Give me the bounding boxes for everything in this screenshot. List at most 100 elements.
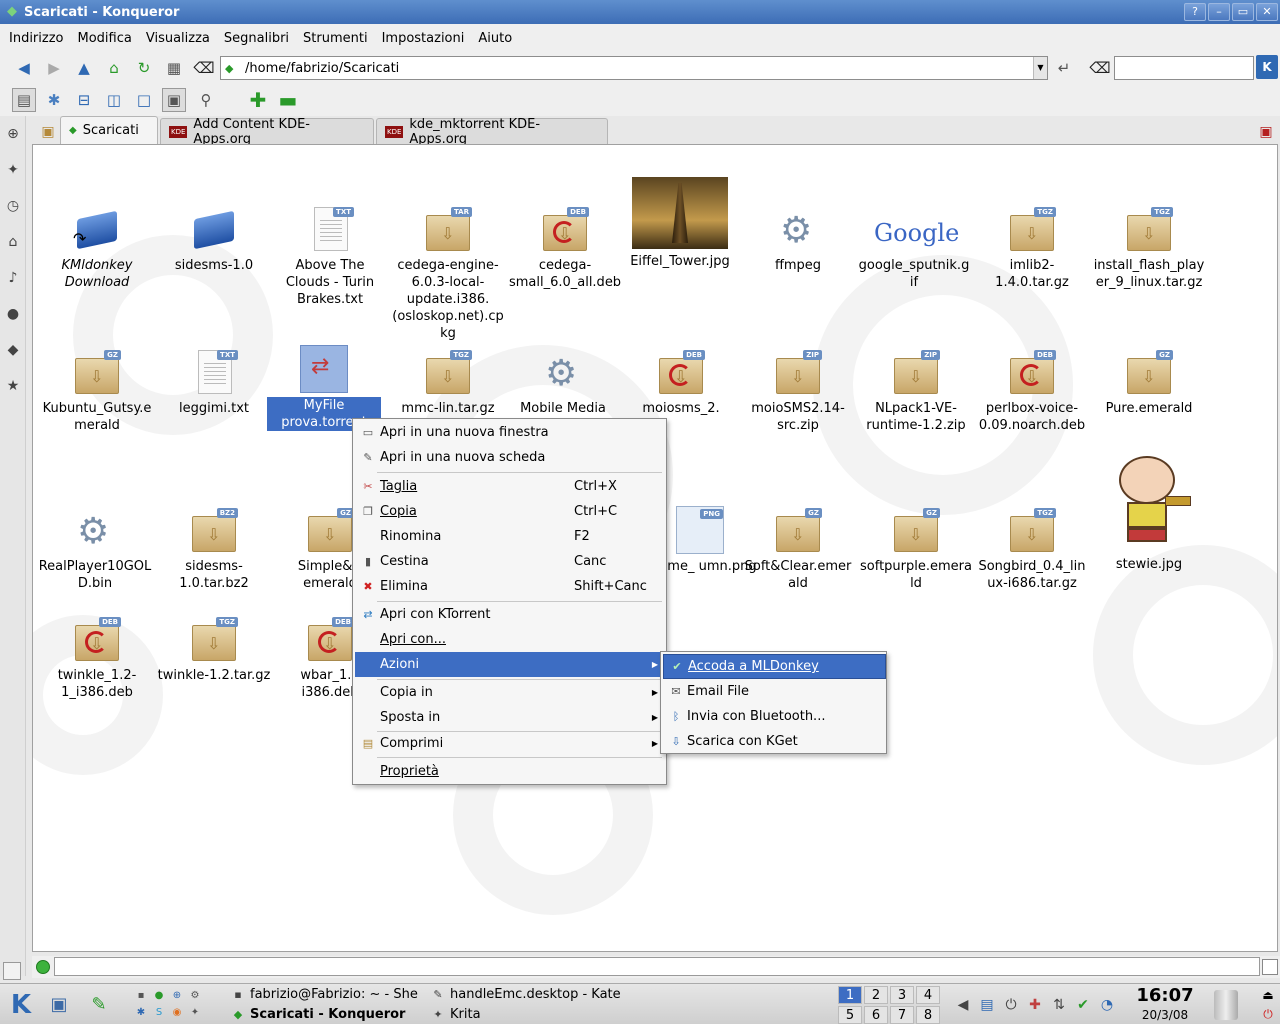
clock[interactable]: 16:07 20/3/08 [1122, 985, 1208, 1023]
firefox-icon[interactable]: ◉ [170, 1006, 184, 1020]
menu-segnalibri[interactable]: Segnalibri [217, 31, 296, 46]
trash-icon[interactable] [1214, 990, 1238, 1020]
settings-icon[interactable]: ✱ [42, 88, 66, 112]
file-item[interactable]: DEB twinkle_1.2-1_i386.deb [40, 615, 154, 701]
media-icon[interactable]: ✦ [188, 1006, 202, 1020]
network-icon[interactable]: ⇅ [1048, 994, 1070, 1016]
split-horizontal-icon[interactable]: ⊟ [72, 88, 96, 112]
tab-scaricati[interactable]: ◆ Scaricati [60, 116, 158, 144]
file-item[interactable]: GZ Soft&Clear.emerald [741, 506, 855, 592]
desktop-6[interactable]: 6 [864, 1006, 888, 1024]
lock-icon[interactable]: ⏏ [1258, 986, 1278, 1004]
file-item[interactable]: sidesms-1.0 [157, 205, 271, 274]
zoom-in-icon[interactable]: ✚ [246, 88, 270, 112]
volume-icon[interactable]: ◀ [952, 994, 974, 1016]
menu-item-rename[interactable]: Rinomina F2 [355, 524, 664, 549]
update-icon[interactable]: ✚ [1024, 994, 1046, 1016]
tab-add-content[interactable]: KDE Add Content KDE-Apps.org [160, 117, 374, 147]
media-icon[interactable]: ♪ [3, 268, 23, 288]
submenu-item-mldonkey[interactable]: ✔ Accoda a MLDonkey [663, 654, 886, 679]
clear-location-icon[interactable]: ⌫ [192, 56, 216, 80]
desktop-8[interactable]: 8 [916, 1006, 940, 1024]
menu-item-compress[interactable]: ▤ Comprimi ▶ [355, 731, 664, 756]
desktop-3[interactable]: 3 [890, 986, 914, 1004]
file-item[interactable]: BZ2 sidesms-1.0.tar.bz2 [157, 506, 271, 592]
menu-item-open-new-tab[interactable]: ✎ Apri in una nuova scheda [355, 445, 664, 470]
network-icon[interactable]: ● [3, 304, 23, 324]
menu-item-trash[interactable]: ▮ Cestina Canc [355, 549, 664, 574]
file-item[interactable]: GZ softpurple.emerald [859, 506, 973, 592]
star-icon[interactable]: ★ [3, 376, 23, 396]
menu-item-open-with[interactable]: Apri con... [355, 627, 664, 652]
search-input[interactable] [1114, 56, 1254, 80]
menu-visualizza[interactable]: Visualizza [139, 31, 217, 46]
minimize-button[interactable]: – [1208, 3, 1230, 21]
file-item[interactable]: Eiffel_Tower.jpg [623, 177, 737, 270]
menu-impostazioni[interactable]: Impostazioni [375, 31, 472, 46]
file-item[interactable]: stewie.jpg [1092, 456, 1206, 573]
new-tab-icon[interactable]: ▣ [36, 120, 60, 144]
history-icon[interactable]: ◷ [3, 196, 23, 216]
task-konqueror[interactable]: ◆ Scaricati - Konqueror [230, 1005, 406, 1024]
maximize-button[interactable]: ▭ [1232, 3, 1254, 21]
file-item[interactable]: GZ Kubuntu_Gutsy.emerald [40, 348, 154, 434]
power-icon[interactable]: ⏻ [1000, 994, 1022, 1016]
menu-aiuto[interactable]: Aiuto [471, 31, 519, 46]
link-view-checkbox[interactable] [1262, 959, 1278, 975]
up-icon[interactable]: ▲ [72, 56, 96, 80]
menu-modifica[interactable]: Modifica [71, 31, 139, 46]
file-item[interactable]: TXT leggimi.txt [157, 348, 271, 417]
menu-item-actions[interactable]: Azioni ▶ [355, 652, 664, 677]
file-item[interactable]: TGZ mmc-lin.tar.gz [391, 348, 505, 417]
file-item[interactable]: TGZ install_flash_player_9_linux.tar.gz [1092, 205, 1206, 291]
file-item[interactable]: DEB perlbox-voice-0.09.noarch.deb [975, 348, 1089, 434]
close-tab-icon[interactable]: ▣ [1254, 120, 1278, 144]
file-item[interactable]: GZ Pure.emerald [1092, 348, 1206, 417]
amarok-icon[interactable]: ● [152, 989, 166, 1003]
sidebar-corner-button[interactable] [3, 962, 21, 980]
bookmarks-icon[interactable]: ✦ [3, 160, 23, 180]
submenu-item-kget[interactable]: ⇩ Scarica con KGet [663, 729, 886, 754]
file-item[interactable]: ⚙ RealPlayer10GOLD.bin [38, 506, 152, 592]
desktop-5[interactable]: 5 [838, 1006, 862, 1024]
sidebar-toggle-icon[interactable]: ▤ [12, 88, 36, 112]
skype-icon[interactable]: S [152, 1006, 166, 1020]
menu-item-copy-to[interactable]: Copia in ▶ [355, 680, 664, 705]
menu-item-open-ktorrent[interactable]: ⇄ Apri con KTorrent [355, 602, 664, 627]
tab-kde-mktorrent[interactable]: KDE kde_mktorrent KDE-Apps.org [376, 117, 608, 147]
network-icon[interactable]: ⚙ [188, 989, 202, 1003]
clear-search-icon[interactable]: ⌫ [1088, 56, 1112, 80]
preview-icon[interactable]: ▣ [162, 88, 186, 112]
file-item[interactable]: ⚙ Mobile Media [506, 348, 620, 417]
task-krita[interactable]: ✦ Krita [430, 1005, 480, 1024]
location-bar[interactable]: ◆ /home/fabrizio/Scaricati ▼ [220, 56, 1048, 80]
back-icon[interactable]: ◀ [12, 56, 36, 80]
terminal-icon[interactable]: ▪ [134, 989, 148, 1003]
globe-icon[interactable]: ⊕ [3, 124, 23, 144]
logout-icon[interactable]: ⏻ [1258, 1005, 1278, 1023]
menu-item-delete[interactable]: ✖ Elimina Shift+Canc [355, 574, 664, 599]
title-bar[interactable]: ◆ Scaricati - Konqueror ? – ▭ ✕ [0, 0, 1280, 24]
submenu-item-email[interactable]: ✉ Email File [663, 679, 886, 704]
file-item[interactable]: DEB moiosms_2. [624, 348, 738, 417]
menu-item-copy[interactable]: ❐ Copia Ctrl+C [355, 499, 664, 524]
file-item[interactable]: DEB cedega-small_6.0_all.deb [508, 205, 622, 291]
help-button[interactable]: ? [1184, 3, 1206, 21]
single-view-icon[interactable]: □ [132, 88, 156, 112]
services-icon[interactable]: ◆ [3, 340, 23, 360]
menu-indirizzo[interactable]: Indirizzo [2, 31, 71, 46]
file-item[interactable]: Google google_sputnik.gif [857, 205, 971, 291]
menu-item-properties[interactable]: Proprietà [355, 759, 664, 784]
desktop-1[interactable]: 1 [838, 986, 862, 1004]
filter-icon[interactable]: ⚲ [194, 88, 218, 112]
split-vertical-icon[interactable]: ◫ [102, 88, 126, 112]
file-item[interactable]: TGZ imlib2-1.4.0.tar.gz [975, 205, 1089, 291]
wifi-icon[interactable]: ◔ [1096, 994, 1118, 1016]
desktop-7[interactable]: 7 [890, 1006, 914, 1024]
file-item[interactable]: TAR cedega-engine-6.0.3-local-update.i38… [391, 205, 505, 342]
menu-strumenti[interactable]: Strumenti [296, 31, 375, 46]
file-item[interactable]: TXT Above The Clouds - Turin Brakes.txt [273, 205, 387, 308]
file-item[interactable]: TGZ Songbird_0.4_linux-i686.tar.gz [975, 506, 1089, 592]
file-item[interactable]: ⚙ ffmpeg [741, 205, 855, 274]
close-button[interactable]: ✕ [1256, 3, 1278, 21]
